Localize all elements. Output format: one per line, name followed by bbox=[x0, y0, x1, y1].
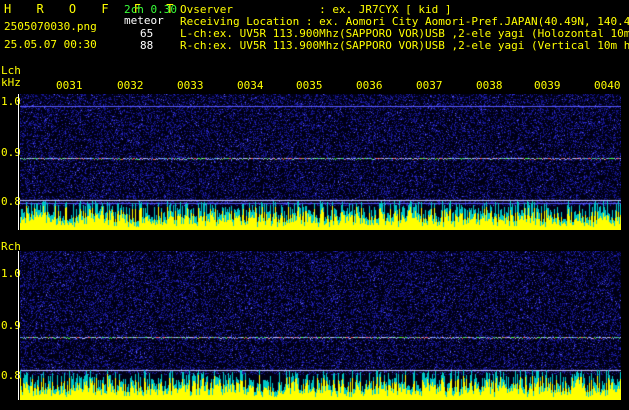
time-label: 0033 bbox=[177, 79, 204, 92]
time-label: 0036 bbox=[356, 79, 383, 92]
meteor-label: meteor bbox=[124, 14, 164, 27]
hroft-screen: H R O F F T 2ch 0.30 2505070030.png 25.0… bbox=[0, 0, 629, 410]
rch-axis-line bbox=[18, 251, 19, 400]
time-label: 0032 bbox=[117, 79, 144, 92]
lch-unit-label: kHz bbox=[1, 76, 21, 89]
lch-waterfall-canvas bbox=[20, 94, 621, 230]
date-time: 25.05.07 00:30 bbox=[4, 38, 97, 51]
lch-spectrogram bbox=[20, 94, 621, 230]
time-label: 0037 bbox=[416, 79, 443, 92]
rch-spectrogram bbox=[20, 251, 621, 400]
time-label: 0040 bbox=[594, 79, 621, 92]
time-label: 0039 bbox=[534, 79, 561, 92]
time-label: 0031 bbox=[56, 79, 83, 92]
rch-meteor-count: 88 bbox=[140, 39, 154, 52]
rch-info-line: R-ch:ex. UV5R 113.900Mhz(SAPPORO VOR)USB… bbox=[180, 39, 629, 52]
lch-axis-line bbox=[18, 94, 19, 230]
rch-waterfall-canvas bbox=[20, 251, 621, 400]
file-name: 2505070030.png bbox=[4, 20, 97, 33]
time-label: 0038 bbox=[476, 79, 503, 92]
time-label: 0035 bbox=[296, 79, 323, 92]
time-label: 0034 bbox=[237, 79, 264, 92]
